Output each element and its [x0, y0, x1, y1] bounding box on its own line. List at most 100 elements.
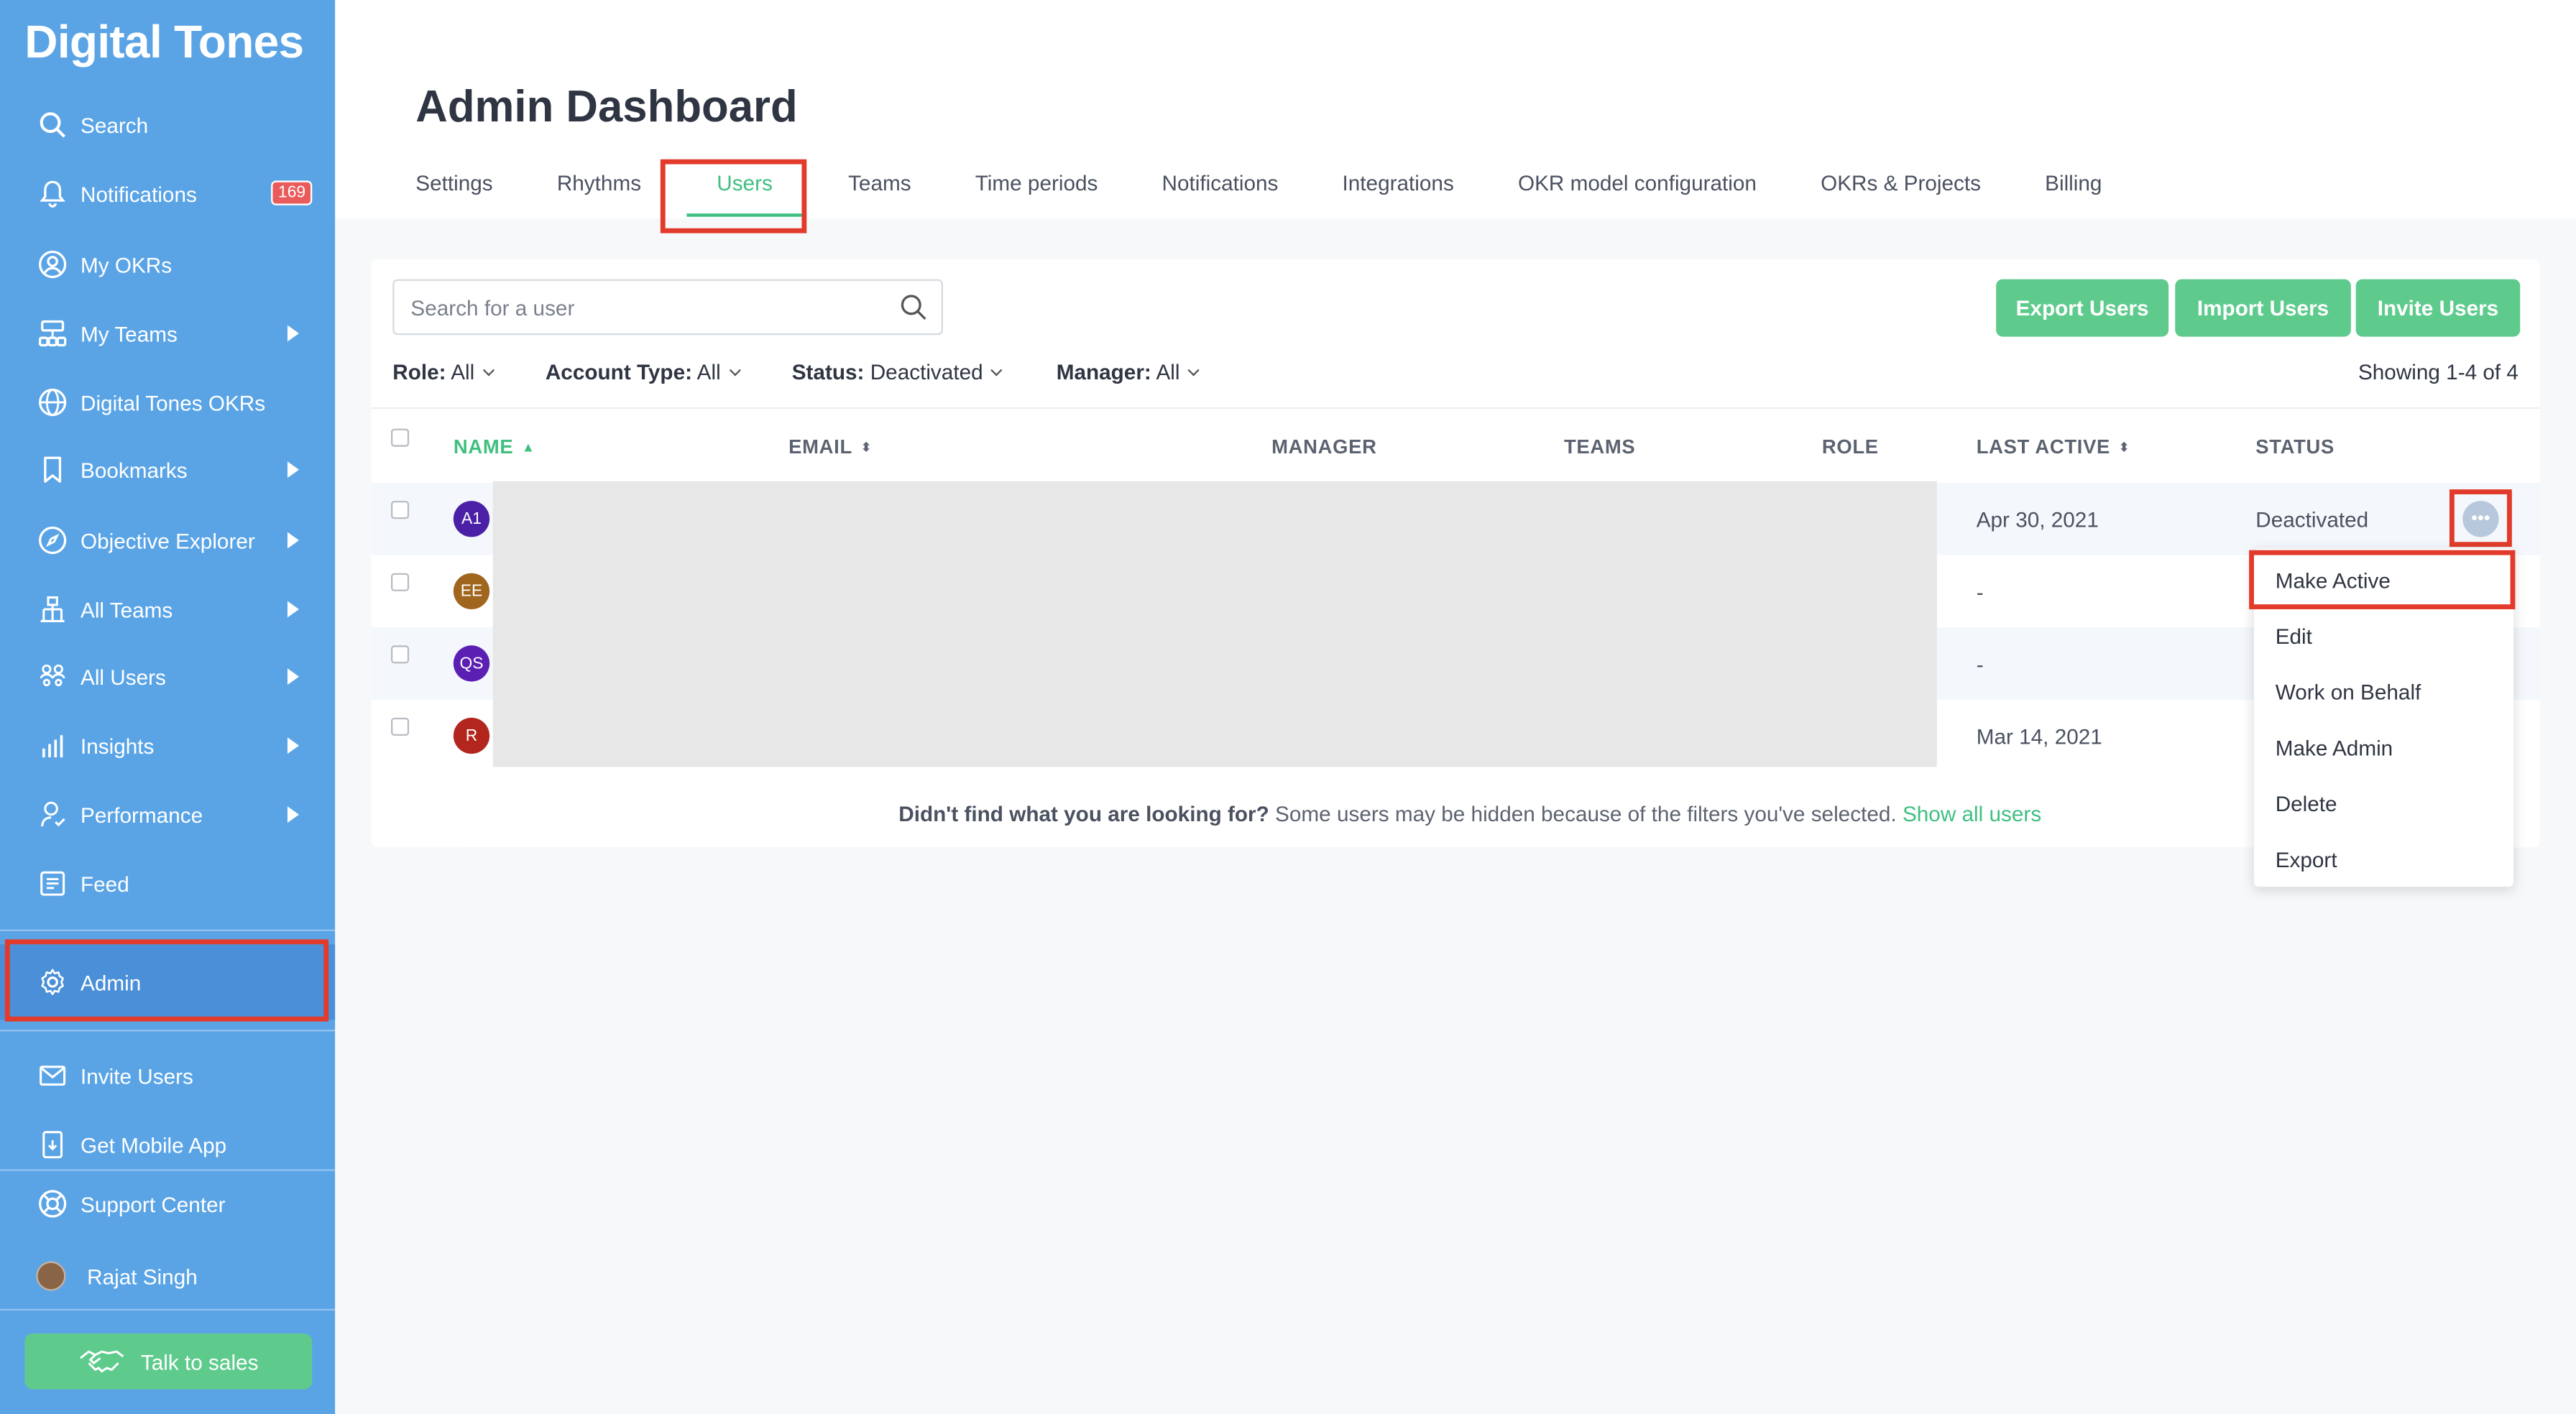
column-header-name[interactable]: NAME ▲	[454, 435, 535, 458]
tab-okr-model-configuration[interactable]: OKR model configuration	[1518, 171, 1757, 217]
sidebar-item-admin[interactable]: Admin	[0, 944, 336, 1020]
status-cell: Deactivated	[2255, 507, 2369, 532]
sidebar-item-label: Search	[80, 112, 149, 137]
sidebar-item-all-users[interactable]: All Users	[0, 647, 335, 706]
row-checkbox[interactable]	[390, 573, 410, 591]
caret-right-icon[interactable]	[287, 806, 299, 823]
sidebar-item-insights[interactable]: Insights	[0, 716, 335, 775]
sidebar-item-label: My OKRs	[80, 251, 172, 277]
talk-to-sales-button[interactable]: Talk to sales	[24, 1333, 313, 1390]
manager-filter-label: Manager:	[1056, 359, 1151, 384]
sidebar-item-user-profile[interactable]: Rajat Singh	[0, 1247, 335, 1306]
menu-item-make-admin[interactable]: Make Admin	[2276, 736, 2393, 760]
chevron-down-icon	[1187, 364, 1200, 376]
sidebar-item-search[interactable]: Search	[0, 96, 335, 154]
tab-teams[interactable]: Teams	[848, 171, 911, 217]
filter-hint-text: Some users may be hidden because of the …	[1275, 801, 1897, 826]
sidebar-item-label: Feed	[80, 871, 129, 896]
invite-users-button[interactable]: Invite Users	[2355, 279, 2521, 337]
tab-notifications[interactable]: Notifications	[1162, 171, 1279, 217]
sidebar-divider	[0, 929, 336, 931]
role-filter-value: All	[451, 359, 475, 384]
compass-icon	[36, 524, 69, 557]
import-users-button[interactable]: Import Users	[2175, 279, 2351, 337]
user-avatar[interactable]: EE	[453, 573, 490, 609]
sidebar-item-label: Get Mobile App	[80, 1132, 227, 1157]
user-avatar[interactable]: QS	[453, 645, 490, 682]
menu-item-work-on-behalf[interactable]: Work on Behalf	[2276, 680, 2421, 704]
caret-right-icon[interactable]	[287, 532, 299, 549]
chevron-down-icon	[482, 364, 494, 376]
sidebar-item-invite-users[interactable]: Invite Users	[0, 1046, 335, 1105]
tab-okrs-projects[interactable]: OKRs & Projects	[1821, 171, 1981, 217]
sidebar-item-feed[interactable]: Feed	[0, 854, 335, 913]
caret-right-icon[interactable]	[287, 325, 299, 342]
tab-users[interactable]: Users	[687, 171, 803, 217]
row-checkbox[interactable]	[390, 717, 410, 736]
chevron-down-icon	[990, 364, 1003, 376]
caret-right-icon[interactable]	[287, 461, 299, 479]
user-avatar[interactable]: R	[453, 717, 490, 754]
sidebar-item-objective-explorer[interactable]: Objective Explorer	[0, 511, 335, 570]
globe-icon	[36, 386, 69, 419]
manager-filter[interactable]: Manager: All	[1056, 359, 1200, 384]
account-type-filter[interactable]: Account Type: All	[545, 359, 741, 384]
row-actions-button[interactable]: •••	[2462, 501, 2499, 537]
tab-billing[interactable]: Billing	[2045, 171, 2102, 217]
column-header-role: ROLE	[1821, 435, 1879, 458]
show-all-users-link[interactable]: Show all users	[1903, 801, 2041, 826]
manager-filter-value: All	[1156, 359, 1180, 384]
role-filter[interactable]: Role: All	[392, 359, 494, 384]
sidebar-item-label: Admin	[80, 969, 142, 994]
column-header-label: EMAIL	[788, 435, 852, 458]
tab-settings[interactable]: Settings	[415, 171, 492, 217]
row-checkbox[interactable]	[390, 501, 410, 519]
sidebar-item-all-teams[interactable]: All Teams	[0, 580, 335, 639]
search-icon[interactable]	[898, 292, 928, 322]
export-users-button[interactable]: Export Users	[1996, 279, 2169, 337]
status-filter-label: Status:	[791, 359, 865, 384]
sidebar-item-my-teams[interactable]: My Teams	[0, 304, 335, 363]
caret-right-icon[interactable]	[287, 601, 299, 618]
results-count: Showing 1-4 of 4	[2358, 359, 2518, 384]
teams-building-icon	[36, 593, 69, 626]
caret-right-icon[interactable]	[287, 668, 299, 685]
select-all-checkbox[interactable]	[390, 428, 410, 447]
sidebar-item-label: Bookmarks	[80, 457, 188, 482]
brand-logo[interactable]: Digital Tones	[24, 17, 304, 69]
sidebar-item-label: Objective Explorer	[80, 527, 255, 553]
menu-item-delete[interactable]: Delete	[2276, 792, 2337, 816]
user-avatar[interactable]: A1	[453, 501, 490, 537]
last-active-cell: -	[1976, 652, 1984, 677]
sidebar-item-support-center[interactable]: Support Center	[0, 1174, 335, 1233]
user-search-box[interactable]	[392, 279, 943, 336]
lifebuoy-icon	[36, 1188, 69, 1221]
admin-tabs: Settings Rhythms Users Teams Time period…	[415, 171, 2166, 217]
menu-item-make-active[interactable]: Make Active	[2276, 568, 2391, 593]
row-checkbox[interactable]	[390, 645, 410, 664]
column-header-email[interactable]: EMAIL ⬍	[788, 435, 872, 458]
status-filter[interactable]: Status: Deactivated	[791, 359, 1003, 384]
caret-right-icon[interactable]	[287, 737, 299, 754]
sidebar-item-performance[interactable]: Performance	[0, 785, 335, 844]
user-search-input[interactable]	[394, 280, 871, 333]
notification-count-badge: 169	[271, 180, 313, 205]
user-circle-icon	[36, 248, 69, 281]
tab-rhythms[interactable]: Rhythms	[557, 171, 641, 217]
sidebar-item-bookmarks[interactable]: Bookmarks	[0, 440, 335, 499]
tab-integrations[interactable]: Integrations	[1343, 171, 1454, 217]
sidebar-item-notifications[interactable]: Notifications 169	[0, 165, 335, 223]
sidebar-item-my-okrs[interactable]: My OKRs	[0, 235, 335, 294]
sidebar-item-company-okrs[interactable]: Digital Tones OKRs	[0, 373, 335, 432]
sidebar-item-label: All Teams	[80, 596, 173, 622]
sidebar-item-label: All Users	[80, 664, 166, 689]
menu-item-edit[interactable]: Edit	[2276, 624, 2312, 649]
sidebar-divider	[0, 1308, 336, 1311]
column-header-last-active[interactable]: LAST ACTIVE ⬍	[1977, 435, 2130, 458]
bookmark-icon	[36, 453, 69, 486]
search-icon	[36, 108, 69, 142]
sidebar-item-get-mobile-app[interactable]: Get Mobile App	[0, 1115, 335, 1174]
account-type-filter-label: Account Type:	[545, 359, 693, 384]
menu-item-export[interactable]: Export	[2276, 847, 2337, 872]
tab-time-periods[interactable]: Time periods	[975, 171, 1098, 217]
